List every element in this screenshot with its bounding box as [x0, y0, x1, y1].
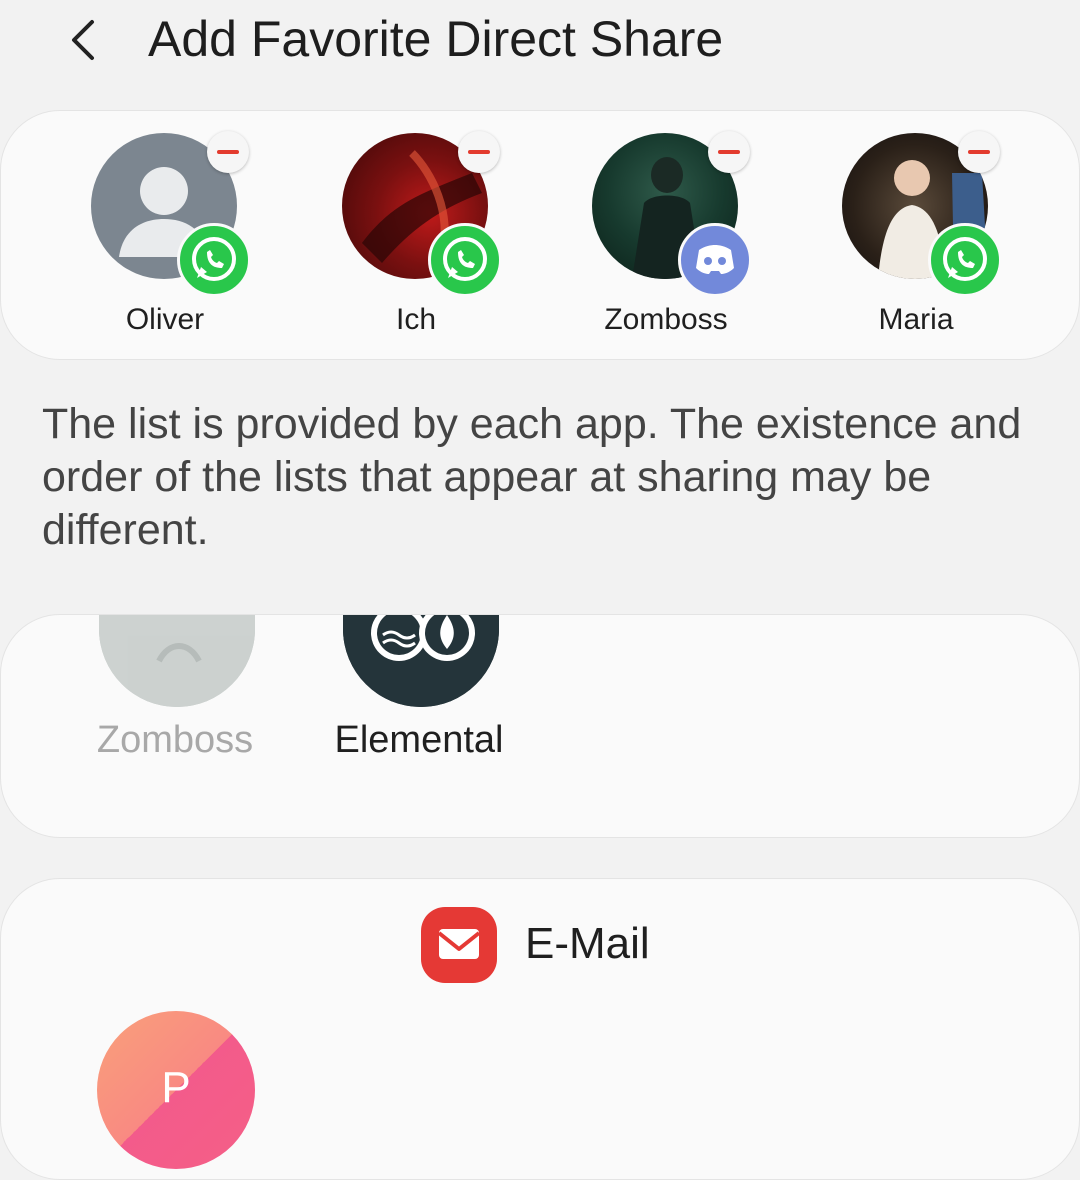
whatsapp-icon	[428, 223, 502, 297]
email-contact-avatar[interactable]: P	[97, 1011, 255, 1169]
info-text: The list is provided by each app. The ex…	[42, 400, 1022, 554]
email-section-header: E-Mail	[419, 905, 819, 985]
favorites-card: Oliver Ich Zomboss Maria	[0, 110, 1080, 360]
remove-favorite-button[interactable]	[708, 131, 750, 173]
contact-initial: P	[161, 1063, 191, 1112]
app-name: Elemental	[334, 719, 504, 761]
app-name: Zomboss	[96, 719, 254, 761]
email-label: E-Mail	[525, 919, 650, 968]
whatsapp-icon	[928, 223, 1002, 297]
favorite-contact[interactable]: Zomboss	[566, 131, 766, 351]
favorite-contact[interactable]: Ich	[316, 131, 516, 351]
chevron-left-icon	[72, 20, 94, 60]
share-target-zomboss[interactable]: Zomboss	[75, 615, 275, 835]
remove-favorite-button[interactable]	[958, 131, 1000, 173]
favorite-contact[interactable]: Maria	[816, 131, 1016, 351]
page-title: Add Favorite Direct Share	[148, 11, 724, 67]
contact-name: Zomboss	[604, 303, 728, 336]
remove-favorite-button[interactable]	[458, 131, 500, 173]
app-header: Add Favorite Direct Share	[0, 0, 1080, 90]
contact-name: Ich	[395, 303, 437, 336]
email-card: E-Mail P	[0, 878, 1080, 1180]
share-target-elemental[interactable]: Elemental	[319, 615, 519, 835]
discord-icon	[678, 223, 752, 297]
favorite-contact[interactable]: Oliver	[65, 131, 265, 351]
app-targets-card: Zomboss Elemental	[0, 614, 1080, 838]
contact-name: Maria	[878, 303, 954, 336]
mail-icon	[421, 907, 497, 983]
whatsapp-icon	[177, 223, 251, 297]
elemental-logo-icon	[343, 615, 499, 707]
back-button[interactable]	[62, 14, 110, 66]
contact-name: Oliver	[125, 303, 205, 336]
app-avatar	[99, 615, 255, 707]
app-avatar	[343, 615, 499, 707]
remove-favorite-button[interactable]	[207, 131, 249, 173]
